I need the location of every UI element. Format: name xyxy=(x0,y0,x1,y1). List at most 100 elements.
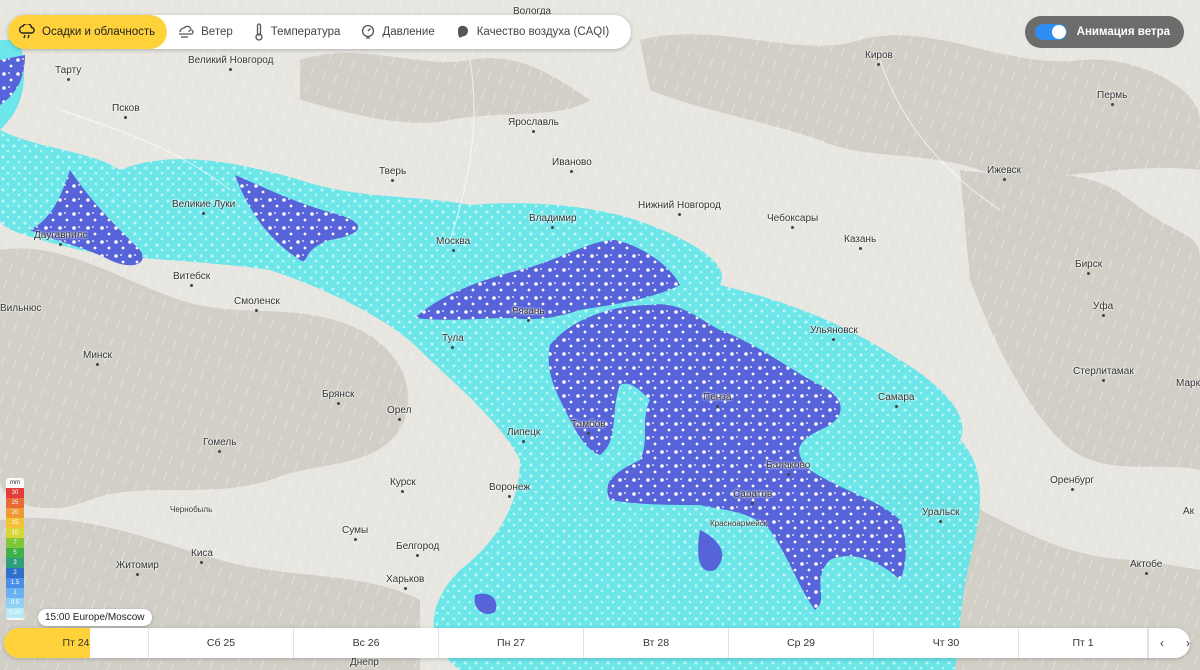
toggle-switch[interactable] xyxy=(1034,24,1067,40)
city-label: Белгород xyxy=(396,541,440,557)
precipitation-legend: mm 30 25 20 15 10 7 5 3 2 1.5 1 0.5 0.25 xyxy=(6,478,24,620)
legend-step: 20 xyxy=(6,508,24,518)
city-label: Смоленск xyxy=(234,296,280,312)
day-label: Пт 24 xyxy=(62,637,90,649)
city-label: Тарту xyxy=(55,65,82,81)
tab-label: Ветер xyxy=(201,26,233,38)
day-label: Пт 1 xyxy=(1072,637,1094,649)
tab-label: Давление xyxy=(382,26,435,38)
city-label: Ак xyxy=(1183,506,1195,517)
day-timeline: Пт 24 Сб 25 Вс 26 Пн 27 Вт 28 Ср 29 Чт 3… xyxy=(4,628,1190,658)
city-label: Пермь xyxy=(1097,90,1128,106)
city-label: Житомир xyxy=(116,560,159,576)
tab-air-quality[interactable]: Качество воздуха (CAQI) xyxy=(445,15,620,49)
city-label: Чернобыль xyxy=(170,505,213,514)
leaf-icon xyxy=(457,25,468,38)
day-tab[interactable]: Пн 27 xyxy=(439,628,584,658)
city-label: Тамбов xyxy=(571,419,606,435)
tab-label: Температура xyxy=(270,26,341,38)
day-label: Вт 28 xyxy=(642,637,670,649)
legend-unit: mm xyxy=(10,480,20,486)
city-label: Казань xyxy=(844,234,877,250)
day-tab[interactable]: Ср 29 xyxy=(729,628,874,658)
city-label: Уфа xyxy=(1093,301,1114,317)
city-label: Балаково xyxy=(766,460,811,476)
city-label: Липецк xyxy=(507,427,541,443)
city-label: Брянск xyxy=(322,389,355,405)
tab-temperature[interactable]: Температура xyxy=(243,15,351,49)
day-tab[interactable]: Пт 1 xyxy=(1019,628,1148,658)
city-label: Великий Новгород xyxy=(188,55,274,71)
city-label: Уральск xyxy=(922,507,960,523)
city-label: Даугавпилс xyxy=(34,230,88,246)
day-tab[interactable]: Вс 26 xyxy=(294,628,439,658)
city-label: Красноармейск xyxy=(710,519,768,528)
city-label: Москва xyxy=(436,236,471,252)
city-label: Киса xyxy=(191,548,213,564)
city-label: Нижний Новгород xyxy=(638,200,721,216)
city-label: Ярославль xyxy=(508,117,559,133)
day-label: Пн 27 xyxy=(497,637,525,649)
tab-pressure[interactable]: Давление xyxy=(350,15,444,49)
tab-label: Качество воздуха (CAQI) xyxy=(476,26,610,38)
wind-icon xyxy=(179,25,194,38)
city-label: Ижевск xyxy=(987,165,1022,181)
legend-step: 1.5 xyxy=(6,578,24,588)
thermometer-icon xyxy=(255,23,263,41)
day-tab[interactable]: Сб 25 xyxy=(149,628,294,658)
legend-step: 10 xyxy=(6,528,24,538)
city-label: Ульяновск xyxy=(810,325,858,341)
day-tab[interactable]: Чт 30 xyxy=(874,628,1019,658)
city-label: Сумы xyxy=(342,525,369,541)
city-label: Орел xyxy=(387,405,412,421)
legend-step: 3 xyxy=(6,558,24,568)
prev-button[interactable]: ‹ xyxy=(1148,628,1175,658)
city-label: Саратов xyxy=(733,489,773,505)
tab-precipitation[interactable]: Осадки и облачность xyxy=(8,15,168,49)
city-label: Рязань xyxy=(512,306,545,322)
legend-step: 25 xyxy=(6,498,24,508)
city-label: Актобе xyxy=(1130,559,1163,575)
legend-step: 0.25 xyxy=(6,608,24,618)
legend-step: 0.5 xyxy=(6,598,24,608)
city-label: Самара xyxy=(878,392,915,408)
city-label: Днепр xyxy=(350,657,379,668)
legend-step: 2 xyxy=(6,568,24,578)
city-label: Вильнюс xyxy=(0,303,42,314)
city-label: Витебск xyxy=(173,271,211,287)
city-label: Тула xyxy=(442,333,464,349)
wind-animation-toggle[interactable]: Анимация ветра xyxy=(1024,16,1184,48)
city-label: Владимир xyxy=(529,213,577,229)
tab-label: Осадки и облачность xyxy=(42,26,156,38)
tab-wind[interactable]: Ветер xyxy=(167,15,243,49)
city-label: Псков xyxy=(112,103,140,119)
city-label: Чебоксары xyxy=(767,213,819,229)
legend-step: 15 xyxy=(6,518,24,528)
day-label: Сб 25 xyxy=(206,637,236,649)
weather-map[interactable] xyxy=(0,0,1200,670)
city-label: Тверь xyxy=(379,166,407,182)
city-label: Великие Луки xyxy=(172,199,236,215)
legend-step: 5 xyxy=(6,548,24,558)
city-label: Минск xyxy=(83,350,112,366)
legend-step: 7 xyxy=(6,538,24,548)
city-label: Пенза xyxy=(703,392,732,408)
city-label: Бирск xyxy=(1075,259,1103,275)
city-label: Стерлитамак xyxy=(1073,366,1134,382)
day-label: Ср 29 xyxy=(786,637,816,649)
legend-step: 1 xyxy=(6,588,24,598)
city-label: Курск xyxy=(390,477,416,493)
day-tab-active[interactable]: Пт 24 xyxy=(4,628,149,658)
day-tab[interactable]: Вт 28 xyxy=(584,628,729,658)
city-label: Марк xyxy=(1176,378,1200,389)
pressure-gauge-icon xyxy=(362,24,375,39)
wind-toggle-label: Анимация ветра xyxy=(1076,26,1170,38)
city-label: Гомель xyxy=(203,437,237,453)
city-label: Киров xyxy=(865,50,893,66)
city-label: Оренбург xyxy=(1050,475,1095,491)
city-label: Харьков xyxy=(386,574,425,590)
day-label: Вс 26 xyxy=(352,637,380,649)
time-label: 15:00 Europe/Moscow xyxy=(38,609,152,626)
day-label: Чт 30 xyxy=(932,637,960,649)
layer-selector: Осадки и облачность Ветер Температура Да… xyxy=(8,15,632,49)
